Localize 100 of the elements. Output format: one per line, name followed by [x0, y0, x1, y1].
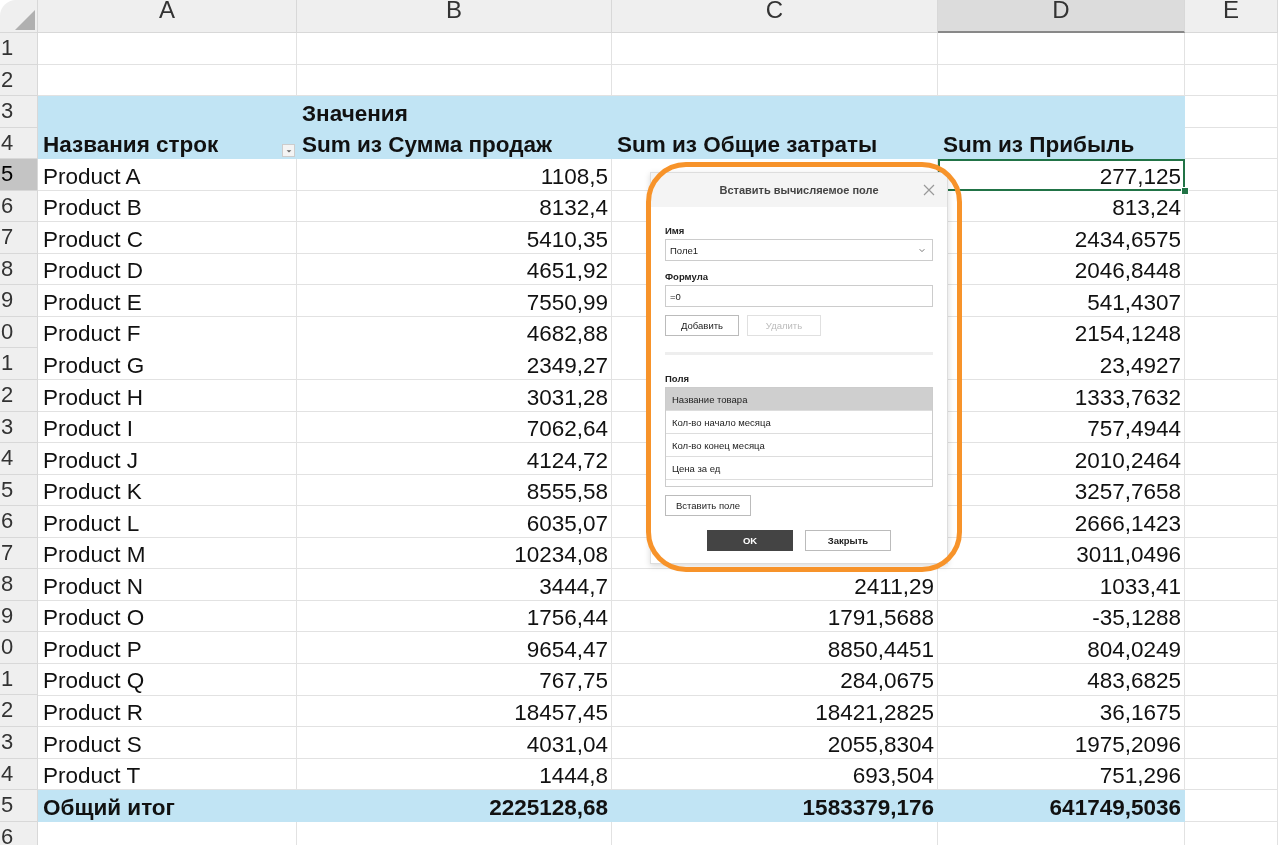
table-cell: 767,75 [539, 668, 608, 695]
field-label: Имя [665, 225, 685, 236]
table-cell: 5410,35 [526, 226, 608, 253]
table-cell: 1333,7632 [1074, 384, 1181, 411]
row-number[interactable]: 9 [0, 600, 38, 633]
table-cell: Product N [43, 573, 144, 600]
row-number[interactable]: 6 [0, 506, 38, 538]
table-cell: 9654,47 [526, 636, 608, 663]
table-cell: 277,125 [1099, 163, 1181, 190]
table-cell: 1108,5 [540, 163, 608, 190]
name-dropdown[interactable]: Поле1 [665, 239, 933, 261]
list-item[interactable]: Кол-во начало месяца [666, 411, 932, 434]
row-number[interactable]: 9 [0, 285, 38, 317]
dialog-title: Вставить вычисляемое поле [719, 184, 879, 196]
close-icon[interactable] [923, 184, 935, 196]
row-number[interactable]: 7 [0, 537, 38, 570]
row-number[interactable]: 8 [0, 569, 38, 601]
formula-field[interactable]: =0 [665, 285, 933, 307]
table-cell: Product C [43, 226, 144, 253]
chevron-down-icon[interactable] [918, 246, 926, 254]
table-cell: Product K [43, 479, 142, 506]
table-cell: 18421,2825 [815, 700, 934, 727]
table-cell: Product L [43, 510, 140, 537]
table-cell: 1791,5688 [827, 605, 934, 632]
table-cell: 284,0675 [840, 668, 934, 695]
table-cell: Product I [43, 416, 134, 443]
list-item[interactable]: Цена за ед [666, 457, 932, 480]
table-cell: 2666,1423 [1074, 510, 1181, 537]
table-cell: 8555,58 [526, 479, 608, 506]
table-cell: 2055,8304 [827, 731, 934, 758]
table-cell: 541,4307 [1087, 289, 1181, 316]
table-cell: 2010,2464 [1074, 447, 1181, 474]
table-cell: 8132,4 [539, 195, 608, 222]
column-header[interactable]: D [938, 0, 1185, 33]
close-button[interactable]: Закрыть [805, 530, 891, 551]
select-all-corner[interactable] [0, 0, 38, 33]
row-number[interactable]: 6 [0, 821, 38, 845]
fill-handle[interactable] [1181, 186, 1189, 195]
table-cell: Product T [43, 763, 141, 790]
row-number[interactable]: 8 [0, 253, 38, 286]
column-header[interactable]: B [297, 0, 612, 33]
row-number[interactable]: 1 [0, 33, 38, 65]
table-cell: Product D [43, 258, 144, 285]
table-cell: 7062,64 [526, 416, 608, 443]
column-header[interactable]: A [38, 0, 297, 33]
table-cell: 6035,07 [526, 510, 608, 537]
column-header[interactable]: C [612, 0, 938, 33]
table-cell: Sum из Общие затраты [617, 132, 878, 159]
table-cell: Product E [43, 289, 142, 316]
ok-button[interactable]: OK [707, 530, 793, 551]
table-cell: 4031,04 [526, 731, 608, 758]
row-number[interactable]: 4 [0, 443, 38, 475]
select-all-triangle-icon[interactable] [15, 10, 35, 30]
table-cell: 2434,6575 [1074, 226, 1181, 253]
row-number[interactable]: 2 [0, 64, 38, 97]
row-number[interactable]: 3 [0, 727, 38, 759]
table-cell: 751,296 [1099, 763, 1181, 790]
selected-cell[interactable]: 277,125 [938, 159, 1185, 191]
list-item[interactable]: Кол-во конец месяца [666, 434, 932, 457]
table-cell: 2225128,68 [489, 794, 608, 821]
row-number[interactable]: 6 [0, 190, 38, 223]
table-cell: 2411,29 [854, 573, 934, 600]
dialog-button[interactable]: Добавить [665, 315, 739, 336]
row-number[interactable]: 3 [0, 411, 38, 444]
table-cell: 7550,99 [526, 289, 608, 316]
table-cell: 1756,44 [526, 605, 608, 632]
table-cell: 4651,92 [526, 258, 608, 285]
table-cell: 804,0249 [1087, 636, 1181, 663]
insert-field-button[interactable]: Вставить поле [665, 495, 751, 516]
row-number[interactable]: 0 [0, 632, 38, 664]
table-cell: 4682,88 [526, 321, 608, 348]
column-header[interactable]: E [1185, 0, 1278, 33]
table-cell: 2046,8448 [1074, 258, 1181, 285]
table-cell: 3257,7658 [1074, 479, 1181, 506]
row-number[interactable]: 5 [0, 159, 38, 191]
table-cell: 4124,72 [526, 447, 608, 474]
row-number[interactable]: 1 [0, 348, 38, 380]
table-cell: Значения [302, 100, 408, 127]
row-number[interactable]: 4 [0, 758, 38, 791]
row-number[interactable]: 4 [0, 127, 38, 160]
list-item[interactable]: Название товара [666, 388, 932, 411]
row-number[interactable]: 5 [0, 790, 38, 822]
row-number[interactable]: 5 [0, 474, 38, 507]
row-number[interactable]: 2 [0, 380, 38, 412]
table-cell: 23,4927 [1099, 353, 1181, 379]
row-number[interactable]: 2 [0, 695, 38, 728]
row-number[interactable]: 7 [0, 222, 38, 254]
row-number[interactable]: 1 [0, 663, 38, 696]
filter-dropdown-icon[interactable] [282, 144, 295, 158]
table-cell: Product P [43, 636, 142, 663]
table-cell: 1975,2096 [1074, 731, 1181, 758]
row-number[interactable]: 3 [0, 96, 38, 128]
table-cell: 2349,27 [526, 353, 608, 379]
table-cell: Product H [43, 384, 144, 411]
table-cell: 483,6825 [1087, 668, 1181, 695]
row-number[interactable]: 0 [0, 316, 38, 349]
table-cell: 8850,4451 [827, 636, 934, 663]
table-cell: Product S [43, 731, 142, 758]
table-cell: Product A [43, 163, 141, 190]
table-cell: 1444,8 [539, 763, 608, 790]
